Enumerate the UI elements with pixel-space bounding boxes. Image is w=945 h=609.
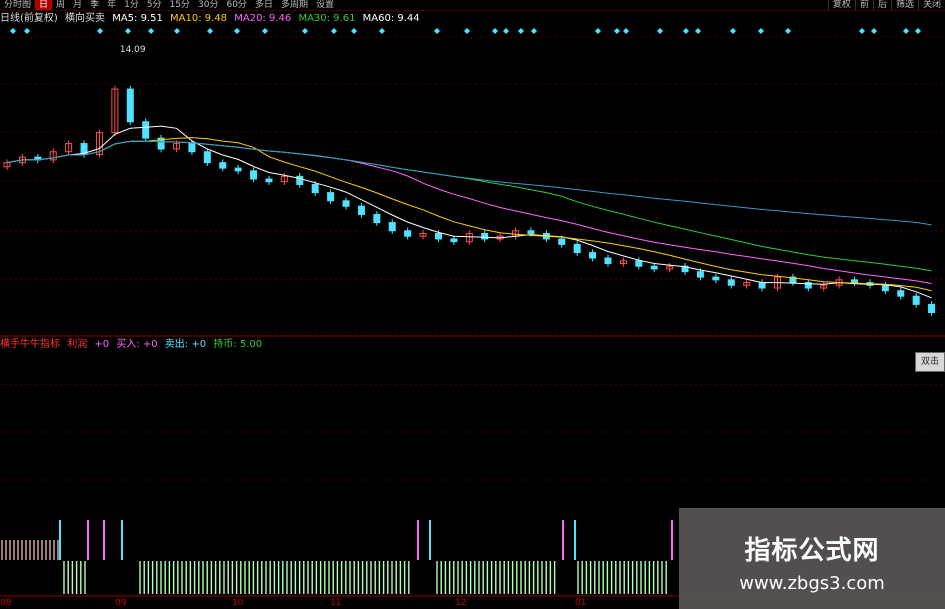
signal-diamond (148, 28, 154, 34)
candle-body (450, 238, 458, 243)
indicator-legend: 横手牛牛指标 利润 +0 买入: +0 卖出: +0 持币: 5.00 (0, 338, 266, 351)
signal-diamond (125, 28, 131, 34)
candle-body (650, 265, 658, 270)
x-axis-label: 11 (330, 598, 342, 608)
signal-diamond (915, 28, 921, 34)
candle-body (434, 233, 442, 240)
candle-body (388, 222, 396, 232)
candle-body (897, 290, 905, 297)
signal-diamond (97, 28, 103, 34)
indicator-title: 横手牛牛指标 (0, 339, 60, 350)
signal-diamond (379, 28, 385, 34)
candle-body (558, 238, 566, 245)
signal-diamond (595, 28, 601, 34)
watermark-title: 指标公式网 (744, 536, 880, 566)
candle-body (373, 213, 381, 224)
signal-diamond (331, 28, 337, 34)
signal-diamond (503, 28, 509, 34)
ma30-line (6, 140, 932, 272)
high-price-label: 14.09 (120, 45, 146, 55)
x-axis-label: 12 (455, 598, 467, 608)
ma60-line (6, 140, 932, 226)
candle-body (327, 192, 335, 202)
signal-diamond (657, 28, 663, 34)
candle-body (851, 279, 859, 284)
candle-body (404, 230, 412, 237)
candle-body (219, 162, 227, 169)
hold-value: 持币: 5.00 (213, 339, 263, 350)
signal-diamond (262, 28, 268, 34)
watermark: 指标公式网 www.zbgs3.com (679, 508, 945, 609)
signal-diamond (903, 28, 909, 34)
ma10-line (6, 137, 932, 292)
signal-diamond (859, 28, 865, 34)
candle-body (481, 233, 489, 240)
buy-value: 买入: +0 (116, 339, 158, 350)
signal-diamond (351, 28, 357, 34)
signal-diamond (518, 28, 524, 34)
signal-diamond (785, 28, 791, 34)
signal-diamond (10, 28, 16, 34)
signal-diamond (614, 28, 620, 34)
signal-diamond (302, 28, 308, 34)
candle-body (357, 205, 365, 215)
candle-body (696, 271, 704, 278)
candle-body (881, 284, 889, 292)
candle-body (604, 257, 612, 264)
candle-body (758, 282, 766, 289)
signal-diamond (234, 28, 240, 34)
candle-body (203, 151, 211, 164)
x-axis-label: 01 (575, 598, 587, 608)
candle-body (527, 230, 535, 235)
signal-diamond (623, 28, 629, 34)
candle-body (188, 143, 196, 153)
signal-diamond (24, 28, 30, 34)
signal-diamond (683, 28, 689, 34)
side-tip-button[interactable]: 双击 (915, 352, 945, 372)
candle-body (250, 170, 258, 180)
x-axis-label: 09 (115, 598, 127, 608)
signal-diamond (174, 28, 180, 34)
candle-body (234, 167, 242, 172)
candle-body (311, 183, 319, 194)
x-axis-label: 10 (232, 598, 244, 608)
candle-body (912, 295, 920, 305)
signal-diamond (871, 28, 877, 34)
candle-body (126, 88, 134, 123)
signal-diamond (758, 28, 764, 34)
x-axis-label: 08 (0, 598, 12, 608)
signal-diamond (730, 28, 736, 34)
candle-body (142, 121, 150, 139)
signal-diamond (207, 28, 213, 34)
candle-body (342, 200, 350, 207)
candle-body (589, 252, 597, 259)
candle-body (928, 303, 936, 314)
profit-value: +0 (94, 339, 110, 350)
watermark-url: www.zbgs3.com (739, 573, 885, 594)
signal-diamond (695, 28, 701, 34)
candle-body (727, 279, 735, 286)
candle-body (635, 260, 643, 267)
profit-label: 利润 (67, 339, 88, 350)
signal-diamond (531, 28, 537, 34)
signal-diamond (464, 28, 470, 34)
candle-body (296, 175, 304, 185)
sell-value: 卖出: +0 (164, 339, 207, 350)
candle-body (712, 276, 720, 281)
signal-diamond (434, 28, 440, 34)
candle-body (265, 178, 273, 183)
signal-diamond (492, 28, 498, 34)
x-axis: 08 09 10 11 12 01 (0, 597, 680, 609)
candle-body (573, 243, 581, 254)
